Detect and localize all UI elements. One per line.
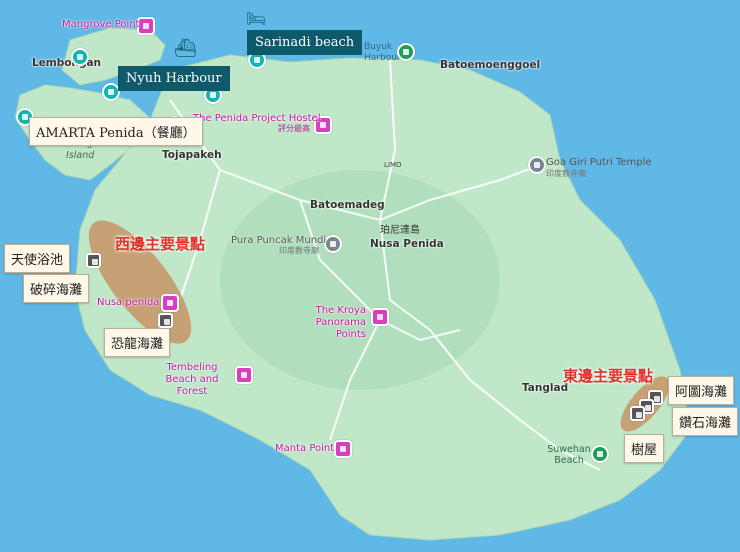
manta-point-icon[interactable] (334, 440, 352, 458)
place-batoemadeg: Batoemadeg (310, 199, 385, 211)
nusa-penida-poi-icon[interactable] (161, 294, 179, 312)
region-east: 東邊主要景點 (563, 367, 654, 385)
ferry-icon: ⛴ (174, 38, 197, 59)
goa-giri-icon[interactable] (528, 156, 546, 174)
callout-kelingking[interactable]: 恐龍海灘 (104, 328, 171, 357)
place-tojapakeh: Tojapakeh (162, 149, 222, 161)
map-canvas[interactable]: Lembongan Ceningan Island Tojapakeh Bato… (0, 0, 740, 552)
place-lembongan: Lembongan (32, 57, 102, 69)
place-limo: LIMO (384, 161, 402, 169)
callout-treehouse[interactable]: 樹屋 (624, 434, 665, 463)
place-nusa-penida: Nusa Penida (370, 238, 444, 250)
callout-angel[interactable]: 天使浴池 (4, 244, 71, 273)
kelingking-marker-icon[interactable] (158, 313, 173, 328)
callout-broken[interactable]: 破碎海灘 (23, 274, 90, 303)
angel-marker-icon[interactable] (86, 253, 101, 268)
place-tanglad: Tanglad (522, 382, 569, 394)
callout-sarinadi[interactable]: Sarinadi beach (247, 30, 363, 55)
callout-nyuh[interactable]: Nyuh Harbour (118, 66, 230, 91)
bed-icon: 🛏 (246, 9, 267, 28)
poi-penida-hostel[interactable]: The Penida Project Hostel (193, 114, 320, 124)
treehouse-marker-icon[interactable] (630, 406, 645, 421)
poi-tembeling[interactable]: Tembeling Beach and Forest (152, 362, 232, 398)
tembeling-icon[interactable] (235, 366, 253, 384)
lembongan-pin-icon[interactable] (71, 48, 89, 66)
callout-amarta[interactable]: AMARTA Penida（餐廳） (29, 117, 203, 146)
poi-mangrove-point[interactable]: Mangrove Point (62, 20, 140, 30)
region-west: 西邊主要景點 (115, 235, 206, 253)
poi-suwehan[interactable]: Suwehan Beach (544, 444, 594, 466)
place-nusa-penida-cn: 珀尼達島 (380, 225, 420, 236)
poi-pura-puncak-sub: 印度教寺廟 (279, 246, 319, 255)
poi-nusa-penida[interactable]: Nusa penida (97, 298, 159, 308)
poi-penida-hostel-sub: 評分最高 (278, 124, 310, 133)
callout-atuh[interactable]: 阿圖海灘 (668, 376, 735, 405)
temple-icon[interactable] (324, 235, 342, 253)
poi-manta-point[interactable]: Manta Point (275, 444, 334, 454)
kroya-icon[interactable] (371, 308, 389, 326)
poi-pura-puncak[interactable]: Pura Puncak Mundi (231, 236, 326, 246)
poi-goa-giri[interactable]: Goa Giri Putri Temple (546, 158, 652, 168)
callout-diamond[interactable]: 鑽石海灘 (672, 407, 739, 436)
poi-goa-giri-sub: 印度教寺廟 (546, 169, 586, 178)
place-island: Island (66, 150, 95, 161)
place-batoemoenggoel: Batoemoenggoel (440, 59, 541, 71)
buyuk-harbour-icon[interactable] (397, 43, 415, 61)
poi-kroya[interactable]: The Kroya Panorama Points (290, 305, 366, 341)
